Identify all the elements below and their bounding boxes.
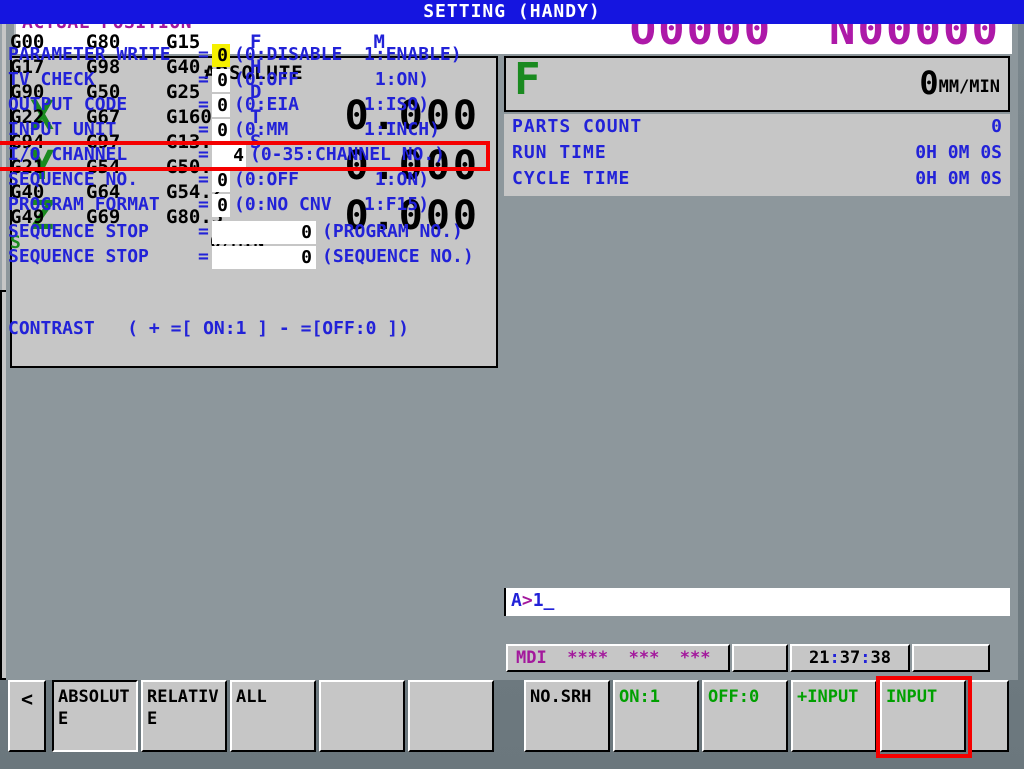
setting-panel-header: SETTING (HANDY) [0,0,1024,24]
softkey-off-0[interactable]: OFF:0 [702,680,788,752]
softkey-bar-right: NO.SRH ON:1 OFF:0 +INPUT INPUT [510,674,1010,766]
softkey-blank-1[interactable] [319,680,405,752]
setting-row[interactable]: SEQUENCE STOP = 0 (PROGRAM NO.) [0,221,1024,246]
setting-row-equals: = [198,221,209,242]
setting-row-equals: = [198,144,209,165]
setting-row-value-field[interactable]: 0 [212,94,230,117]
setting-row-label: SEQUENCE NO. [8,169,139,190]
setting-row-note: (PROGRAM NO.) [322,221,463,242]
softkey-absolute[interactable]: ABSOLUTE [52,680,138,752]
status-blank-cell [912,644,990,672]
setting-row-note: (0:DISABLE 1:ENABLE) [234,44,462,65]
setting-row[interactable]: SEQUENCE STOP = 0 (SEQUENCE NO.) [0,246,1024,271]
softkey-all[interactable]: ALL [230,680,316,752]
setting-row-value-field[interactable]: 0 [212,169,230,192]
setting-row-label: I/O CHANNEL [8,144,128,165]
setting-row-value-field[interactable]: 0 [212,221,316,244]
setting-row-value-field[interactable]: 0 [212,194,230,217]
contrast-label: CONTRAST [8,318,95,339]
setting-row-note: (0:EIA 1:ISO) [234,94,430,115]
status-bar: MDI **** *** *** 21:37:38 [504,644,992,672]
softkey-on-1[interactable]: ON:1 [613,680,699,752]
setting-row-note: (0:MM 1:INCH) [234,119,440,140]
setting-row[interactable]: PARAMETER WRITE = 0 (0:DISABLE 1:ENABLE) [0,44,1024,69]
setting-row-equals: = [198,119,209,140]
setting-row-label: OUTPUT CODE [8,94,128,115]
softkey-plus-input[interactable]: +INPUT [791,680,877,752]
setting-row-note: (0:OFF 1:ON) [234,169,430,190]
setting-row-value-field[interactable]: 0 [212,69,230,92]
command-prefix: A [511,590,522,611]
softkey-no-srh[interactable]: NO.SRH [524,680,610,752]
setting-row-equals: = [198,169,209,190]
setting-row[interactable]: OUTPUT CODE = 0 (0:EIA 1:ISO) [0,94,1024,119]
setting-row[interactable]: PROGRAM FORMAT = 0 (0:NO CNV 1:F15) [0,194,1024,219]
status-clock: 21:37:38 [790,644,910,672]
setting-row-equals: = [198,194,209,215]
cnc-screen: ACTUAL POSITION O0000 N00000 ABSOLUTE X … [0,0,1024,769]
status-alarm-stars: **** *** *** [567,648,711,668]
setting-row-label: SEQUENCE STOP [8,221,149,242]
command-prompt-icon: > [521,590,533,611]
setting-row-equals: = [198,94,209,115]
setting-row[interactable]: TV CHECK = 0 (0:OFF 1:ON) [0,69,1024,94]
setting-row-equals: = [198,44,209,65]
command-input-line[interactable]: A>1_ [504,588,1010,616]
status-mode-cell: MDI **** *** *** [506,644,730,672]
softkey-input[interactable]: INPUT [880,680,966,752]
setting-row-label: TV CHECK [8,69,95,90]
softkey-blank-right[interactable] [969,680,1009,752]
setting-row-note: (0:NO CNV 1:F15) [234,194,430,215]
softkey-prev-page-icon[interactable]: < [8,680,46,752]
softkey-blank-2[interactable] [408,680,494,752]
setting-row-label: SEQUENCE STOP [8,246,149,267]
setting-row-value-field[interactable]: 4 [212,144,246,167]
setting-row-label: PARAMETER WRITE [8,44,171,65]
command-value: 1_ [532,590,555,611]
setting-row[interactable]: INPUT UNIT = 0 (0:MM 1:INCH) [0,119,1024,144]
softkey-bar-left: < ABSOLUTE RELATIVE ALL [8,674,496,766]
setting-row-value-field[interactable]: 0 [212,246,316,269]
setting-row-value-field[interactable]: 0 [212,44,230,67]
status-gap-cell [732,644,788,672]
setting-row-note: (0:OFF 1:ON) [234,69,430,90]
contrast-note: ( + =[ ON:1 ] - =[OFF:0 ]) [127,318,409,339]
softkey-relative[interactable]: RELATIVE [141,680,227,752]
setting-row[interactable]: I/O CHANNEL = 4 (0-35:CHANNEL NO.) [0,144,1024,169]
setting-row-note: (SEQUENCE NO.) [322,246,474,267]
setting-row-label: PROGRAM FORMAT [8,194,160,215]
setting-row-equals: = [198,246,209,267]
status-mode-label: MDI [516,648,547,668]
setting-row-equals: = [198,69,209,90]
setting-row[interactable]: SEQUENCE NO. = 0 (0:OFF 1:ON) [0,169,1024,194]
setting-row-note: (0-35:CHANNEL NO.) [250,144,446,165]
contrast-row: CONTRAST ( + =[ ON:1 ] - =[OFF:0 ]) [8,318,409,339]
setting-row-value-field[interactable]: 0 [212,119,230,142]
setting-row-label: INPUT UNIT [8,119,117,140]
